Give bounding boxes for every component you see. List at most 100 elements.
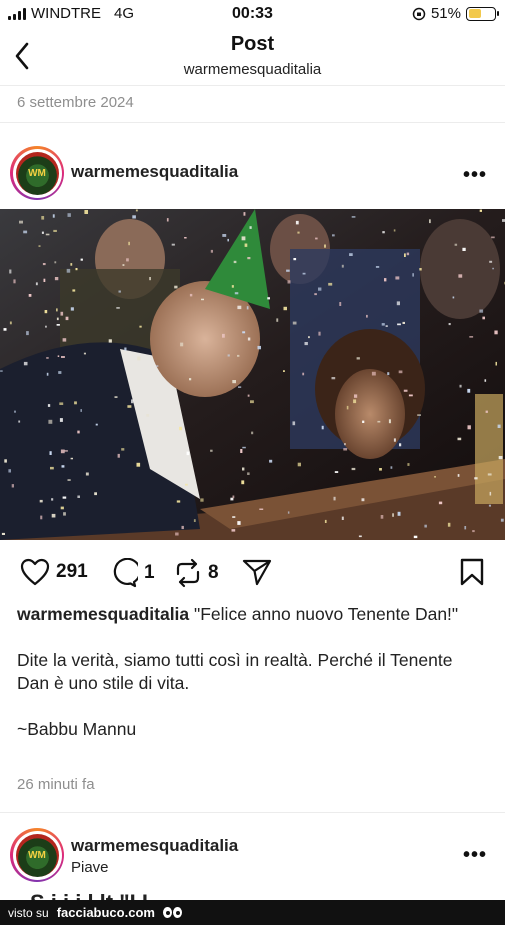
confetti-piece	[59, 402, 64, 405]
caption-signature: ~Babbu Mannu	[17, 719, 137, 739]
confetti-piece	[454, 243, 458, 246]
confetti-piece	[117, 453, 120, 458]
confetti-piece	[1, 532, 5, 535]
confetti-piece	[234, 292, 239, 295]
confetti-piece	[392, 513, 394, 517]
divider	[0, 122, 505, 123]
confetti-piece	[201, 298, 204, 301]
comment-button[interactable]: 1	[108, 558, 155, 588]
next-post-username[interactable]: warmemesquaditalia	[71, 836, 238, 856]
confetti-piece	[448, 323, 451, 326]
repost-button[interactable]: 8	[174, 558, 219, 588]
confetti-piece	[397, 511, 401, 516]
confetti-piece	[237, 354, 240, 357]
confetti-piece	[156, 365, 159, 367]
confetti-piece	[276, 318, 279, 322]
confetti-piece	[179, 426, 182, 431]
heart-icon	[20, 558, 50, 586]
confetti-piece	[247, 337, 251, 341]
confetti-piece	[77, 495, 80, 498]
confetti-piece	[489, 260, 493, 263]
more-options-icon[interactable]: •••	[463, 844, 487, 867]
confetti-piece	[500, 518, 504, 522]
confetti-piece	[233, 260, 237, 264]
confetti-piece	[341, 516, 344, 520]
confetti-piece	[238, 386, 242, 388]
confetti-piece	[4, 459, 7, 463]
confetti-piece	[131, 399, 134, 404]
confetti-piece	[210, 249, 213, 253]
confetti-piece	[9, 269, 12, 274]
confetti-piece	[243, 212, 246, 216]
confetti-piece	[404, 253, 406, 257]
confetti-piece	[407, 463, 410, 466]
confetti-piece	[185, 483, 188, 486]
confetti-piece	[66, 268, 71, 273]
confetti-piece	[26, 331, 29, 336]
confetti-piece	[166, 218, 169, 222]
confetti-piece	[84, 210, 88, 214]
confetti-piece	[11, 484, 14, 488]
nav-header: Post warmemesquaditalia	[0, 30, 505, 86]
next-post-location[interactable]: Piave	[71, 859, 109, 876]
confetti-piece	[60, 506, 64, 510]
bookmark-icon	[460, 558, 484, 586]
confetti-piece	[331, 377, 336, 380]
confetti-piece	[354, 394, 358, 398]
confetti-piece	[384, 278, 387, 282]
confetti-piece	[116, 307, 120, 309]
confetti-piece	[80, 409, 82, 412]
reposts-count: 8	[208, 562, 219, 583]
confetti-piece	[297, 231, 300, 234]
confetti-piece	[497, 424, 501, 428]
confetti-piece	[19, 220, 23, 224]
confetti-piece	[189, 293, 193, 297]
post-username[interactable]: warmemesquaditalia	[71, 162, 238, 182]
confetti-piece	[64, 450, 68, 452]
caption-username[interactable]: warmemesquaditalia	[17, 604, 189, 624]
post-image[interactable]	[0, 209, 505, 540]
confetti-piece	[259, 508, 264, 510]
confetti-piece	[246, 306, 249, 310]
confetti-piece	[180, 342, 184, 347]
confetti-piece	[184, 237, 187, 239]
confetti-piece	[380, 515, 384, 519]
confetti-piece	[321, 425, 324, 430]
confetti-piece	[361, 498, 365, 502]
confetti-piece	[492, 267, 494, 270]
confetti-piece	[283, 370, 285, 372]
confetti-piece	[63, 512, 66, 516]
confetti-piece	[304, 342, 308, 346]
confetti-piece	[494, 330, 498, 335]
confetti-piece	[127, 405, 132, 408]
confetti-piece	[242, 467, 245, 471]
confetti-piece	[47, 404, 51, 407]
confetti-piece	[241, 236, 246, 241]
more-options-icon[interactable]: •••	[463, 164, 487, 187]
comments-count: 1	[144, 562, 155, 583]
divider	[0, 812, 505, 813]
confetti-piece	[60, 449, 65, 454]
confetti-piece	[126, 258, 129, 262]
confetti-piece	[379, 468, 382, 471]
share-button[interactable]	[242, 558, 272, 586]
confetti-piece	[41, 216, 45, 220]
confetti-piece	[358, 535, 362, 538]
like-button[interactable]: 291	[20, 558, 88, 586]
confetti-piece	[487, 473, 492, 476]
caption-heading: warmemesquaditalia "Felice anno nuovo Te…	[17, 603, 487, 626]
avatar[interactable]: WM	[10, 146, 64, 200]
confetti-piece	[45, 233, 50, 236]
confetti-piece	[210, 449, 213, 452]
avatar[interactable]: WM	[10, 828, 64, 882]
confetti-piece	[491, 236, 495, 239]
confetti-piece	[397, 323, 401, 326]
confetti-piece	[46, 357, 49, 359]
confetti-piece	[61, 465, 65, 468]
send-icon	[242, 559, 272, 586]
confetti-piece	[222, 234, 227, 237]
save-button[interactable]	[459, 558, 485, 591]
confetti-piece	[381, 323, 385, 326]
confetti-piece	[39, 499, 43, 503]
confetti-piece	[293, 258, 297, 261]
